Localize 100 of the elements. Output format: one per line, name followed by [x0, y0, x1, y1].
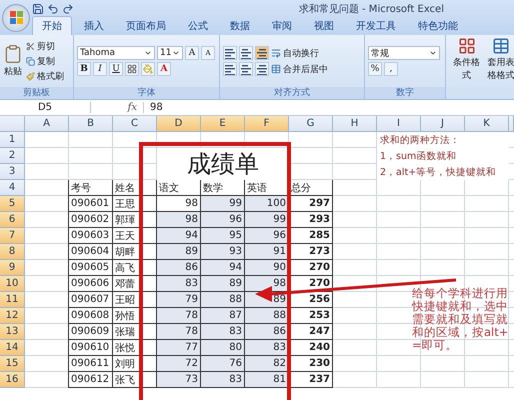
redo-icon[interactable] — [62, 2, 74, 14]
align-middle-icon[interactable] — [240, 47, 252, 59]
align-left-icon[interactable] — [224, 63, 236, 75]
column-letter[interactable]: B — [69, 116, 113, 132]
row-number[interactable]: 10 — [0, 276, 25, 292]
table-cell: 270 — [288, 260, 333, 276]
function-button[interactable]: fx — [91, 102, 144, 113]
column-letter[interactable]: E — [201, 116, 245, 132]
table-cell: 88 — [244, 308, 289, 324]
ribbon-tab[interactable]: 开发工具 — [346, 16, 406, 35]
copy-icon — [26, 56, 35, 66]
table-cell: 99 — [200, 196, 245, 212]
cut-button[interactable]: 剪切 — [26, 40, 64, 52]
table-cell: 90 — [244, 260, 289, 276]
formula-field[interactable]: 98 — [144, 102, 163, 113]
column-letter[interactable]: A — [25, 116, 69, 132]
format-painter-button[interactable]: 格式刷 — [26, 70, 64, 82]
row-number[interactable]: 4 — [0, 180, 25, 196]
header-cell: 语文 — [156, 180, 201, 196]
comma-button[interactable]: , — [384, 62, 398, 76]
copy-button[interactable]: 复制 — [26, 54, 64, 68]
ribbon-tab[interactable]: 公式 — [178, 16, 218, 35]
bold-button[interactable]: B — [77, 62, 91, 76]
font-color-button[interactable]: A — [157, 62, 171, 76]
header-cell: 考号 — [68, 180, 113, 196]
font-name-field[interactable]: Tahoma — [77, 46, 155, 60]
column-letter[interactable]: J — [421, 116, 465, 132]
column-letter[interactable]: K — [465, 116, 509, 132]
row-number[interactable]: 3 — [0, 164, 25, 180]
save-icon[interactable] — [32, 2, 44, 14]
row-number[interactable]: 7 — [0, 228, 25, 244]
row-number[interactable]: 11 — [0, 292, 25, 308]
fill-color-button[interactable] — [141, 62, 155, 76]
table-cell: 285 — [288, 228, 333, 244]
table-cell: 237 — [288, 372, 333, 388]
name-box[interactable]: D5 — [0, 102, 91, 113]
align-center-icon[interactable] — [240, 63, 252, 75]
ribbon-tab[interactable]: 审阅 — [262, 16, 302, 35]
ribbon-tab[interactable]: 数据 — [220, 16, 260, 35]
table-format-button[interactable]: 套用表格格式 — [487, 37, 514, 82]
italic-button[interactable]: I — [93, 62, 107, 76]
ribbon-tab[interactable]: 页面布局 — [116, 16, 176, 35]
align-top-icon[interactable] — [224, 47, 236, 59]
table-cell: 82 — [244, 356, 289, 372]
grow-font-button[interactable]: A — [185, 46, 199, 60]
table-cell: 81 — [244, 372, 289, 388]
percent-button[interactable]: % — [368, 62, 382, 76]
column-letter[interactable]: H — [333, 116, 377, 132]
align-bottom-icon[interactable] — [256, 47, 268, 59]
row-number[interactable]: 12 — [0, 308, 25, 324]
table-cell: 240 — [288, 340, 333, 356]
table-cell: 72 — [156, 356, 201, 372]
table-cell: 253 — [288, 308, 333, 324]
borders-button[interactable] — [125, 62, 139, 76]
merge-center-button[interactable]: 合并后居中 — [271, 62, 328, 76]
row-number[interactable]: 14 — [0, 340, 25, 356]
row-number[interactable]: 9 — [0, 260, 25, 276]
column-letter[interactable]: F — [245, 116, 289, 132]
column-letter[interactable]: D — [157, 116, 201, 132]
table-cell: 87 — [200, 308, 245, 324]
table-cell: 090609 — [68, 324, 113, 340]
office-button[interactable] — [2, 4, 30, 32]
sheet-title: 成绩单 — [157, 148, 289, 180]
row-number[interactable]: 16 — [0, 372, 25, 388]
header-cell: 总分 — [288, 180, 333, 196]
table-cell: 090601 — [68, 196, 113, 212]
row-number[interactable]: 13 — [0, 324, 25, 340]
table-cell: 247 — [288, 324, 333, 340]
font-size-field[interactable]: 11 — [157, 46, 183, 60]
table-cell: 93 — [200, 244, 245, 260]
row-number[interactable]: 5 — [0, 196, 25, 212]
paste-button[interactable]: 粘贴 — [3, 44, 23, 78]
align-right-icon[interactable] — [256, 63, 268, 75]
ribbon-tab[interactable]: 视图 — [304, 16, 344, 35]
ribbon-tab[interactable]: 特色功能 — [408, 16, 468, 35]
row-number[interactable]: 6 — [0, 212, 25, 228]
table-cell: 83 — [244, 340, 289, 356]
row-number[interactable]: 8 — [0, 244, 25, 260]
row-number[interactable]: 15 — [0, 356, 25, 372]
undo-icon[interactable] — [47, 2, 59, 14]
table-cell: 95 — [200, 228, 245, 244]
paintbrush-icon — [26, 72, 35, 80]
row-number[interactable]: 2 — [0, 148, 25, 164]
column-letter[interactable]: C — [113, 116, 157, 132]
note-text: 求和的两种方法： — [377, 132, 509, 148]
row-number[interactable]: 1 — [0, 132, 25, 148]
wrap-text-button[interactable]: 自动换行 — [271, 46, 319, 60]
column-letter[interactable]: I — [377, 116, 421, 132]
table-cell: 78 — [156, 324, 201, 340]
column-letter[interactable]: G — [289, 116, 333, 132]
table-cell: 94 — [200, 260, 245, 276]
window-title: 求和常见问题 - Microsoft Excel — [298, 2, 444, 16]
conditional-format-button[interactable]: 条件格式 — [449, 37, 484, 82]
number-format-field[interactable]: 常规 — [368, 46, 440, 60]
table-cell: 80 — [200, 340, 245, 356]
ribbon-tab[interactable]: 开始 — [32, 16, 72, 35]
table-cell: 090603 — [68, 228, 113, 244]
underline-button[interactable]: U — [109, 62, 123, 76]
table-cell: 293 — [288, 212, 333, 228]
ribbon-tab[interactable]: 插入 — [74, 16, 114, 35]
